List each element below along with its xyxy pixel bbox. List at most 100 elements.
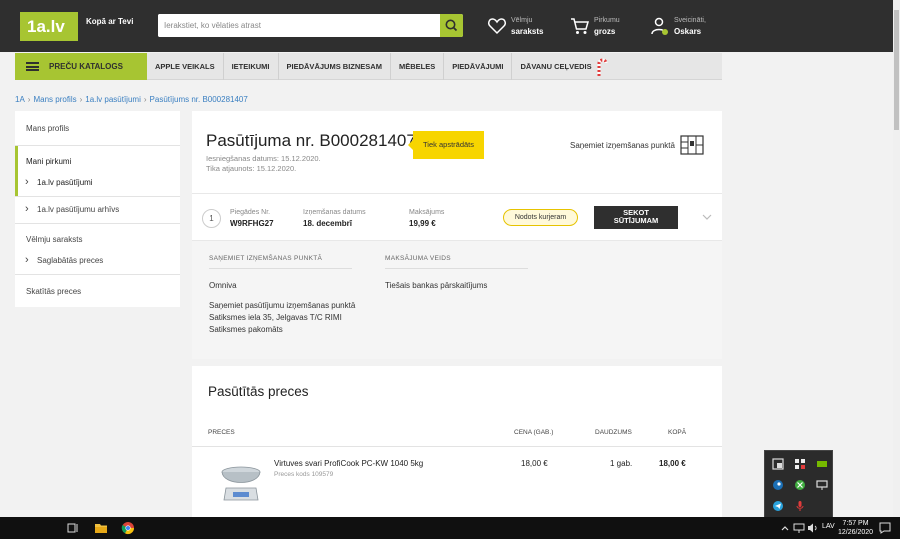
payment-value: 19,99 € — [409, 219, 436, 228]
payment-method-heading: MAKSĀJUMA VEIDS — [385, 255, 451, 262]
apps-grid-icon[interactable] — [794, 458, 806, 470]
sidebar-item-orders-archive-label: 1a.lv pasūtījumu arhīvs — [37, 205, 120, 214]
microphone-icon[interactable] — [794, 500, 806, 512]
product-total: 18,00 € — [659, 459, 686, 468]
user-greeting: Sveicināti, — [674, 17, 706, 24]
site-logo[interactable]: 1a.lv — [20, 12, 78, 41]
pickup-line-3: Satiksmes pakomāts — [209, 325, 283, 334]
clock-date: 12/26/2020 — [838, 529, 874, 536]
pickup-date-value: 18. decembrī — [303, 219, 352, 228]
sidebar-item-orders-label: 1a.lv pasūtījumi — [37, 178, 93, 187]
pickup-details-heading: SAŅEMIET IZŅEMŠANAS PUNKTĀ — [209, 255, 323, 262]
breadcrumb-home[interactable]: 1A — [15, 95, 25, 104]
breadcrumb-current[interactable]: Pasūtījums nr. B000281407 — [150, 95, 248, 104]
wishlist-label-bottom: saraksts — [511, 27, 544, 36]
search-icon — [445, 19, 458, 32]
menu-icon — [26, 62, 39, 71]
scrollbar-thumb[interactable] — [894, 10, 899, 130]
column-header-total: KOPĀ — [668, 429, 687, 436]
nav-item-furniture[interactable]: MĒBELES — [391, 53, 445, 80]
user-name: Oskars — [674, 27, 702, 36]
breadcrumb-orders[interactable]: 1a.lv pasūtījumi — [85, 95, 141, 104]
steam-icon[interactable] — [772, 479, 784, 491]
nvidia-icon[interactable] — [816, 458, 828, 470]
delivery-no-label: Piegādes Nr. — [230, 209, 271, 216]
column-header-item: PRECES — [208, 429, 235, 436]
product-image[interactable] — [216, 458, 266, 506]
sidebar-divider — [15, 145, 180, 146]
language-indicator[interactable]: LAV — [822, 523, 835, 530]
sidebar-divider — [15, 223, 180, 224]
cart-label-top: Pirkumu — [594, 17, 620, 24]
delivery-no-value: W9RFHG27 — [230, 219, 274, 228]
cart-link[interactable]: Pirkumu grozs — [570, 16, 630, 38]
search-input[interactable] — [158, 14, 440, 37]
product-name[interactable]: Virtuves svari ProfiCook PC-KW 1040 5kg — [274, 459, 423, 468]
delivery-number-badge: 1 — [202, 209, 221, 228]
ordered-products-panel: Pasūtītās preces PRECES CENA (GAB.) DAUD… — [192, 366, 722, 517]
capture-tool-icon[interactable] — [772, 458, 784, 470]
sidebar-item-profile[interactable]: Mans profils — [15, 124, 180, 133]
file-explorer-icon[interactable] — [94, 521, 108, 535]
product-price: 18,00 € — [521, 459, 548, 468]
table-header-divider — [192, 446, 722, 447]
notifications-icon[interactable] — [878, 521, 892, 535]
sidebar-divider — [15, 196, 180, 197]
display-icon[interactable] — [816, 479, 828, 491]
main-nav: PREČU KATALOGS APPLE VEIKALS IETEIKUMI P… — [15, 53, 722, 80]
breadcrumb-separator: › — [143, 95, 147, 104]
nav-item-recommendations[interactable]: IETEIKUMI — [224, 53, 279, 80]
page-scrollbar[interactable] — [893, 0, 900, 517]
nav-item-apple[interactable]: APPLE VEIKALS — [147, 53, 224, 80]
taskbar-clock[interactable]: 7:57 PM 12/26/2020 — [838, 519, 873, 537]
order-updated-date: Tika atjaunots: 15.12.2020. — [206, 164, 297, 173]
track-shipment-button[interactable]: SEKOT SŪTĪJUMAM — [594, 206, 678, 229]
wishlist-label-top: Vēlmju — [511, 17, 533, 24]
sidebar-section-wishlist[interactable]: Vēlmju saraksts — [15, 235, 180, 244]
candy-cane-icon — [597, 58, 608, 76]
delivery-row[interactable]: 1 Piegādes Nr. W9RFHG27 Izņemšanas datum… — [192, 193, 722, 241]
user-icon — [651, 17, 668, 35]
telegram-icon[interactable] — [772, 500, 784, 512]
order-details: SAŅEMIET IZŅEMŠANAS PUNKTĀ Omniva Saņemi… — [192, 241, 722, 359]
pickup-line-1: Saņemiet pasūtījumu izņemšanas punktā — [209, 301, 356, 310]
chevron-up-icon[interactable] — [778, 521, 792, 535]
product-code: Preces kods 109579 — [274, 471, 334, 478]
sidebar-divider — [15, 274, 180, 275]
cart-label-bottom: grozs — [594, 27, 616, 36]
sidebar-section-purchases: Mani pirkumi — [26, 157, 72, 166]
products-heading: Pasūtītās preces — [208, 384, 309, 399]
cart-icon — [571, 18, 589, 34]
parcel-locker-icon — [680, 135, 704, 155]
clock-time: 7:57 PM — [842, 520, 869, 527]
chrome-icon[interactable] — [121, 521, 135, 535]
catalog-button[interactable]: PREČU KATALOGS — [15, 53, 147, 80]
network-icon[interactable] — [792, 521, 806, 535]
wishlist-link[interactable]: Vēlmju saraksts — [487, 16, 547, 38]
xbox-icon[interactable] — [794, 479, 806, 491]
sidebar-item-viewed[interactable]: Skatītās preces — [15, 287, 180, 296]
breadcrumb-profile[interactable]: Mans profils — [33, 95, 76, 104]
task-view-icon[interactable] — [66, 521, 80, 535]
nav-item-offers[interactable]: PIEDĀVĀJUMI — [444, 53, 513, 80]
order-panel: Pasūtījuma nr. B000281407 Iesniegšanas d… — [192, 111, 722, 359]
sidebar-item-orders-archive[interactable]: 1a.lv pasūtījumu arhīvs — [15, 203, 180, 215]
track-button-line2: SŪTĪJUMAM — [613, 216, 659, 225]
sidebar-item-saved[interactable]: Saglabātās preces — [15, 254, 180, 266]
sidebar-item-orders[interactable]: 1a.lv pasūtījumi — [15, 176, 180, 188]
user-account-link[interactable]: Sveicināti, Oskars — [650, 16, 720, 38]
account-sidebar: Mans profils Mani pirkumi 1a.lv pasūtīju… — [15, 111, 180, 307]
breadcrumb: 1A › Mans profils › 1a.lv pasūtījumi › Pasūtīj… — [15, 95, 248, 104]
volume-icon[interactable] — [806, 521, 820, 535]
system-tray-overflow — [764, 450, 833, 518]
breadcrumb-separator: › — [79, 95, 83, 104]
heart-icon — [488, 18, 506, 35]
product-quantity: 1 gab. — [610, 459, 633, 468]
chevron-down-icon[interactable] — [702, 212, 712, 222]
column-header-price: CENA (GAB.) — [514, 429, 554, 436]
heading-divider — [385, 268, 528, 269]
nav-item-gift-guide[interactable]: DĀVANU CEĻVEDIS — [512, 53, 599, 80]
breadcrumb-separator: › — [27, 95, 31, 104]
search-button[interactable] — [440, 14, 463, 37]
nav-item-business[interactable]: PIEDĀVĀJUMS BIZNESAM — [279, 53, 391, 80]
